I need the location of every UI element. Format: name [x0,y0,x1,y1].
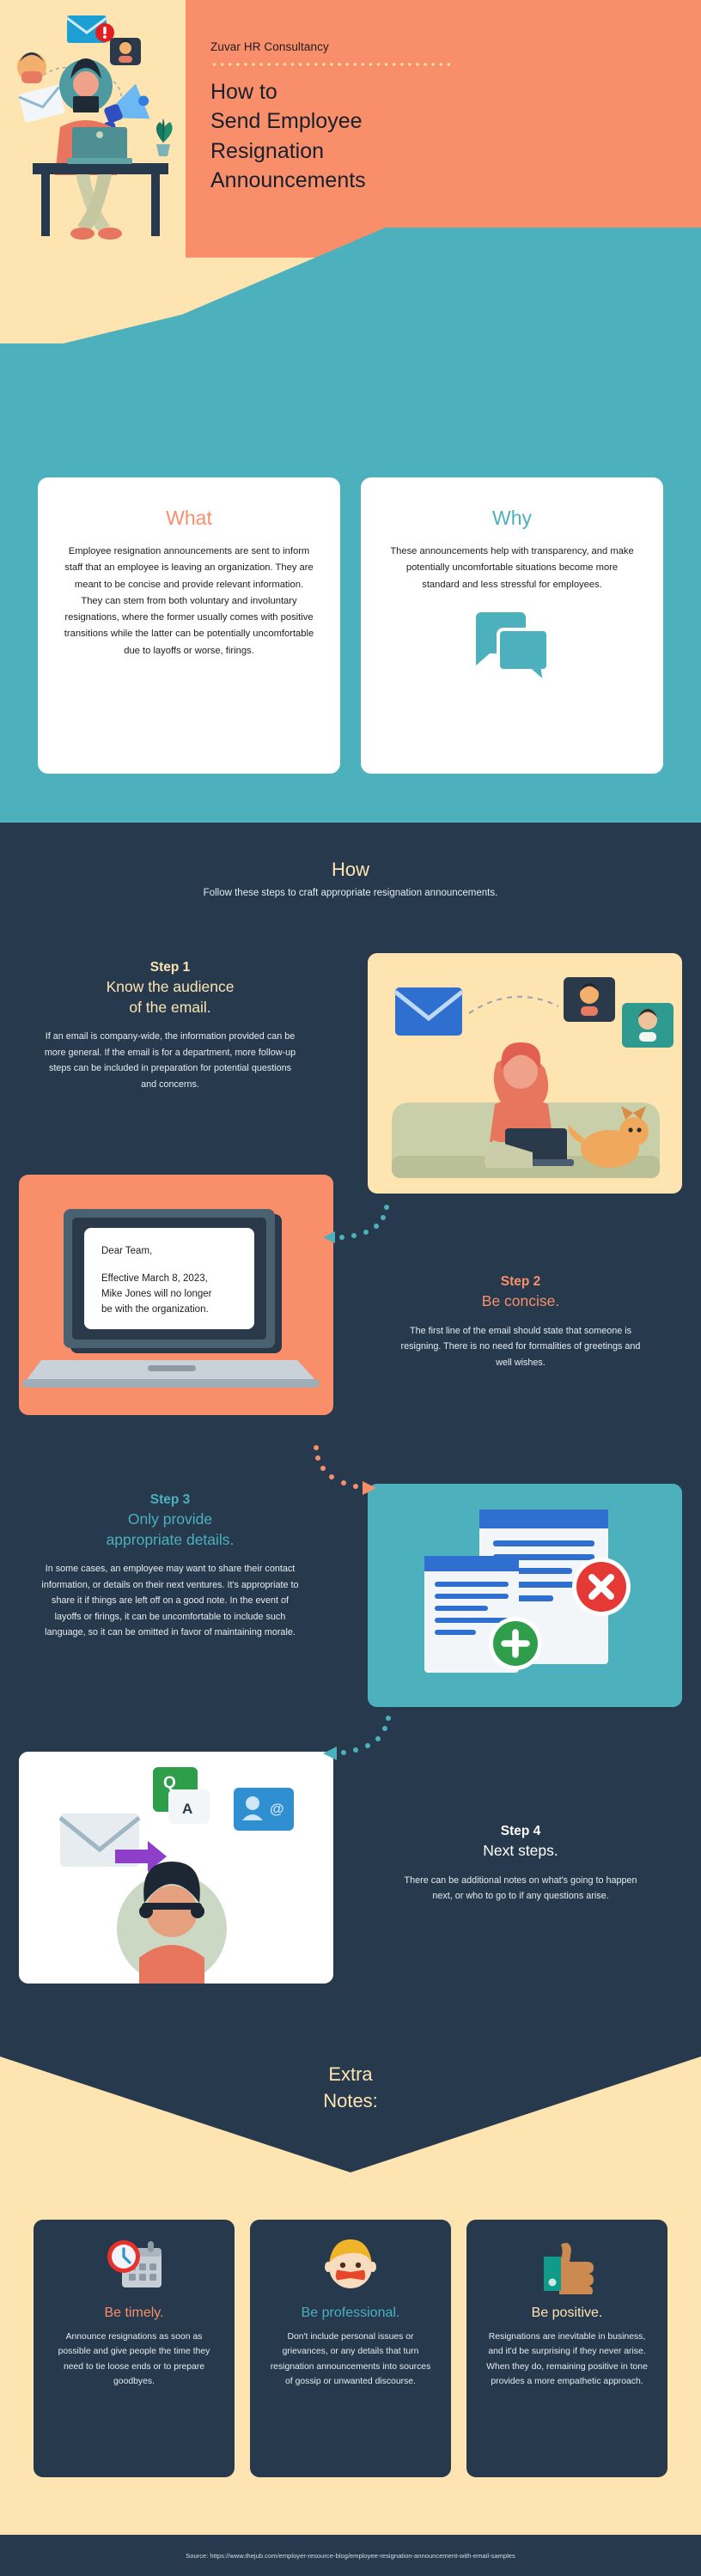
step-4-illustration: Q A @ [19,1752,333,1984]
step-4-title-line-1: Next steps. [483,1842,558,1860]
connector-arrow-2 [314,1445,376,1495]
step-2-number: Step 2 [500,1274,541,1289]
why-card: Why These announcements help with transp… [361,477,663,774]
what-card-body: Employee resignation announcements are s… [64,546,314,656]
hero-illustration [17,15,173,240]
step-3-title-line-2: appropriate details. [106,1530,235,1548]
note-card-be-positive: Be positive. Resignations are inevitable… [466,2220,667,2477]
title-line-2: Send Employee [210,109,363,134]
note-title-be-timely: Be timely. [104,2306,164,2320]
title-line-3: Resignation [210,138,325,163]
step-2-block: Step 2 Be concise. The first line of the… [369,1273,672,1370]
footer: Source: https://www.thejub.com/employer-… [0,2535,701,2576]
step-2-illustration: Dear Team, Effective March 8, 2023, Mike… [19,1175,333,1415]
svg-text:Q: Q [163,1774,176,1792]
why-card-body: These announcements help with transparen… [390,546,634,590]
email-line-3: be with the organization. [101,1304,209,1315]
svg-text:A: A [182,1801,192,1817]
email-greeting: Dear Team, [101,1246,152,1256]
note-card-be-professional: Be professional. Don't include personal … [250,2220,451,2477]
step-1-block: Step 1 Know the audience of the email. I… [19,958,321,1092]
step-3-block: Step 3 Only provide appropriate details.… [19,1491,321,1641]
extra-heading-line-2: Notes: [323,2090,378,2112]
step-1-title-line-2: of the email. [129,998,211,1016]
step-1-illustration [368,953,682,1194]
silenced-face-icon [265,2232,436,2300]
note-body-be-positive: Resignations are inevitable in business,… [486,2332,648,2387]
brand-name: Zuvar HR Consultancy [210,40,329,53]
step-2-title: Be concise. [369,1291,672,1311]
why-card-title: Why [492,507,532,529]
page-title: How to Send Employee Resignation Announc… [210,77,571,195]
what-card-title: What [166,507,212,529]
connector-arrow-3 [323,1716,391,1760]
note-title-be-positive: Be positive. [531,2306,603,2320]
step-4-body: There can be additional notes on what's … [404,1874,637,1902]
step-4-number: Step 4 [500,1824,541,1838]
note-title-be-professional: Be professional. [301,2306,400,2320]
dotted-divider [210,63,455,66]
step-1-number: Step 1 [149,960,191,975]
extra-heading-line-1: Extra [328,2063,373,2085]
infographic-page: Zuvar HR Consultancy How to Send Employe… [0,0,701,2576]
clock-calendar-icon [49,2232,219,2300]
step-1-title: Know the audience of the email. [19,977,321,1018]
note-body-be-timely: Announce resignations as soon as possibl… [58,2332,210,2387]
extra-notes-cards: Be timely. Announce resignations as soon… [0,2220,701,2477]
step-4-block: Step 4 Next steps. There can be addition… [369,1822,672,1905]
overview-cards: What Employee resignation announcements … [0,477,701,774]
step-2-body: The first line of the email should state… [400,1325,641,1368]
step-3-illustration [368,1484,682,1707]
note-body-be-professional: Don't include personal issues or grievan… [270,2332,431,2387]
chat-bubbles-icon [476,611,550,684]
connector-arrow-1 [323,1205,389,1243]
note-card-be-timely: Be timely. Announce resignations as soon… [34,2220,235,2477]
extra-notes-heading: Extra Notes: [0,2061,701,2114]
svg-text:@: @ [270,1801,284,1817]
how-header: How Follow these steps to craft appropri… [0,859,701,898]
email-line-2: Mike Jones will no longer [101,1289,212,1299]
title-line-4: Announcements [210,167,366,192]
step-1-title-line-1: Know the audience [106,978,235,996]
step-3-title: Only provide appropriate details. [19,1510,321,1550]
step-3-body: In some cases, an employee may want to s… [41,1564,299,1638]
step-3-title-line-1: Only provide [127,1510,213,1528]
step-4-title: Next steps. [369,1841,672,1861]
step-3-number: Step 3 [149,1492,191,1507]
step-1-body: If an email is company-wide, the informa… [44,1031,296,1090]
step-2-title-line-1: Be concise. [481,1292,560,1310]
what-card: What Employee resignation announcements … [38,477,340,774]
extra-notes-header: Extra Notes: [0,2061,701,2114]
how-heading: How [331,859,369,880]
email-line-1: Effective March 8, 2023, [101,1273,208,1284]
hero-title-block: Zuvar HR Consultancy How to Send Employe… [210,40,571,195]
source-text: Source: https://www.thejub.com/employer-… [186,2551,515,2560]
how-subheading: Follow these steps to craft appropriate … [203,888,498,898]
title-line-1: How to [210,80,277,104]
thumbs-up-icon [482,2232,652,2300]
